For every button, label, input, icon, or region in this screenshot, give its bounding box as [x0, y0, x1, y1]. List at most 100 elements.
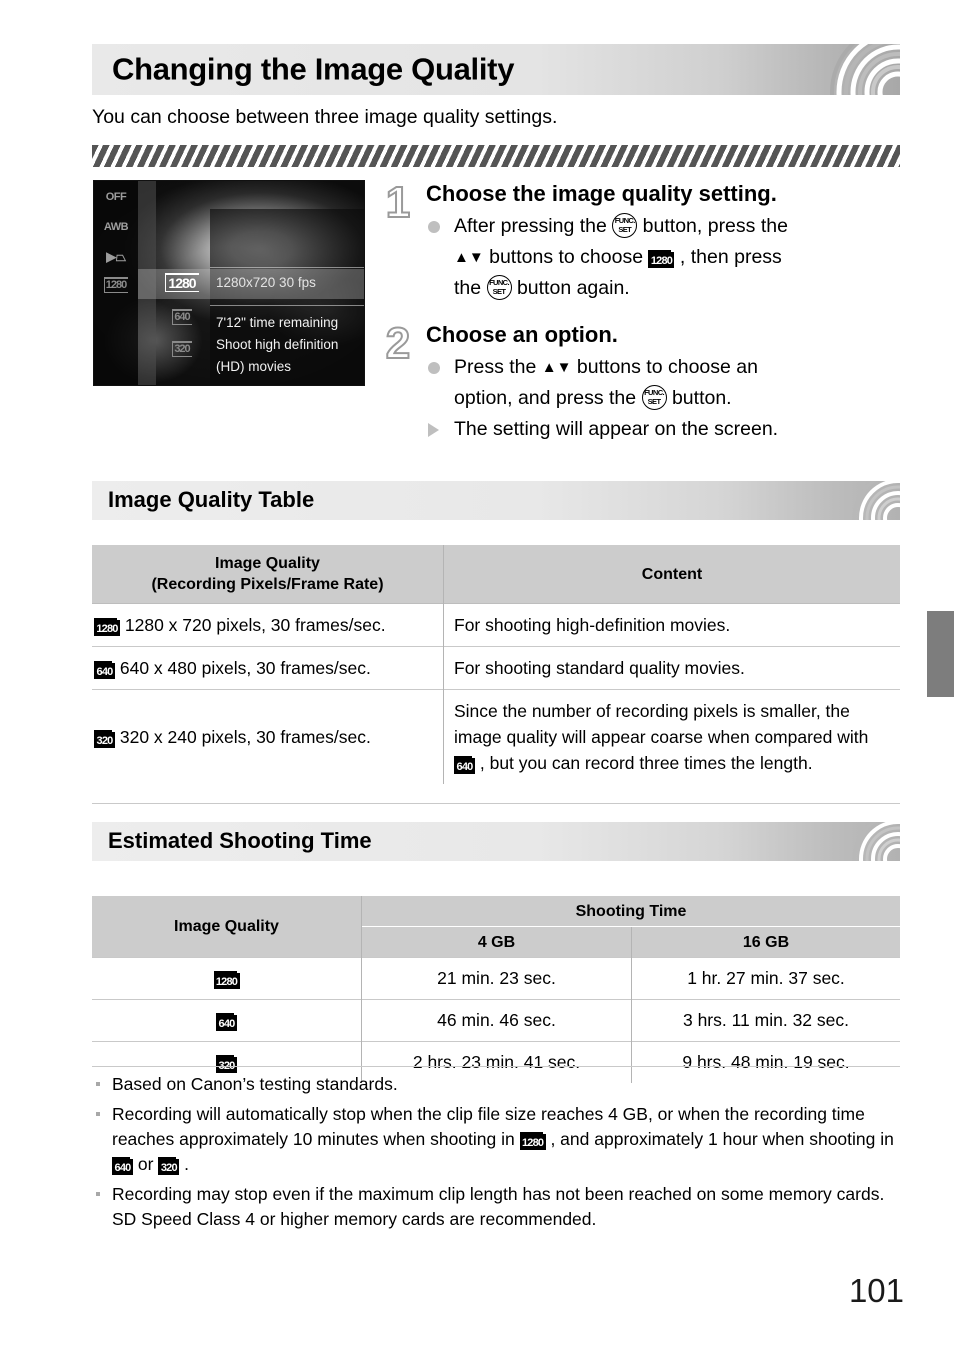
step-2-line-3: The setting will appear on the screen.: [426, 415, 902, 444]
step-2-number: 2: [385, 319, 411, 368]
camera-screen-illustration: 1280x720 30 fps 7'12" time remaining Sho…: [93, 180, 365, 386]
note-bullet-icon: [96, 1082, 100, 1086]
header-16gb: 16 GB: [631, 926, 900, 958]
camera-option-640[interactable]: 640: [162, 307, 202, 325]
quality-cell-1280: 1280 1280 x 720 pixels, 30 frames/sec.: [92, 604, 444, 647]
time-quality-640: 640: [92, 1000, 362, 1042]
quality-cell-640: 640 640 x 480 pixels, 30 frames/sec.: [92, 647, 444, 690]
header-content: Content: [443, 545, 900, 604]
camera-option-320[interactable]: 320: [162, 339, 202, 357]
movie-mode-icon: ▶⏢: [106, 249, 126, 264]
camera-panel-divider-top: [210, 267, 364, 268]
content-320-post: , but you can record three times the len…: [475, 753, 813, 773]
step-1-line-2: ▲▼ buttons to choose 1280 , then press: [426, 243, 902, 272]
content-cell-1280: For shooting high-definition movies.: [443, 603, 900, 647]
resolution-640-icon: 640: [454, 756, 475, 774]
table-header-row-1: Image Quality Shooting Time: [92, 896, 900, 958]
quality-cell-320: 320 320 x 240 pixels, 30 frames/sec.: [92, 690, 444, 785]
header-line-1: Image Quality: [215, 555, 320, 572]
intro-paragraph: You can choose between three image quali…: [92, 106, 558, 128]
chapter-side-tab: [927, 611, 954, 697]
camera-option-1280[interactable]: 1280: [162, 273, 202, 293]
note-3-text: Recording may stop even if the maximum c…: [112, 1184, 885, 1229]
resolution-1280-icon: 1280: [519, 1132, 546, 1150]
step-1-text-f: button again.: [511, 277, 630, 299]
swirl-decoration-icon: [782, 44, 900, 95]
step-2: 2 Choose an option. Press the ▲▼ buttons…: [380, 321, 902, 444]
step-1-line-3: the FUNC. SET button again.: [426, 274, 902, 303]
estimated-shooting-time-table: Image Quality Shooting Time 4 GB 16 GB 1…: [92, 896, 900, 1083]
resolution-640-icon: 640: [216, 1013, 237, 1031]
step-1-text-e: the: [454, 277, 487, 299]
white-balance-icon: AWB: [103, 221, 129, 233]
note-1: Based on Canon’s testing standards.: [92, 1072, 904, 1097]
step-2-text-a: Press the: [454, 356, 542, 378]
note-1-text: Based on Canon’s testing standards.: [112, 1074, 398, 1094]
step-2-text-b: buttons to choose an: [571, 356, 758, 378]
header-image-quality: Image Quality: [92, 896, 362, 958]
step-2-text-d: button.: [666, 387, 732, 409]
time-4gb-1280: 21 min. 23 sec.: [361, 957, 632, 1000]
hatched-divider: [92, 145, 900, 167]
resolution-320-icon: 320: [216, 1055, 237, 1073]
step-1-number: 1: [385, 178, 411, 227]
time-4gb-640: 46 min. 46 sec.: [361, 999, 632, 1042]
section-header-image-quality-table: Image Quality Table: [92, 481, 900, 520]
header-line-2: (Recording Pixels/Frame Rate): [151, 576, 384, 593]
func-set-button-icon: FUNC. SET: [641, 385, 667, 410]
camera-time-remaining-label: 7'12" time remaining: [216, 315, 339, 330]
step-1-text-b: button, press the: [637, 215, 788, 237]
quality-table-bottom-rule: [92, 803, 900, 804]
step-2-text-e: The setting will appear on the screen.: [454, 418, 779, 440]
quality-spec-1280: 1280 x 720 pixels, 30 frames/sec.: [124, 614, 386, 635]
camera-panel-divider-bottom: [210, 305, 364, 306]
bullet-dot-icon: [428, 221, 440, 233]
table-row: 640 46 min. 46 sec. 3 hrs. 11 min. 32 se…: [92, 999, 900, 1042]
note-2-text-d: .: [179, 1154, 190, 1174]
manual-page: Changing the Image Quality You can choos…: [0, 0, 954, 1345]
note-2-text-b: , and approximately 1 hour when shooting…: [545, 1129, 894, 1149]
header-shooting-time: Shooting Time: [361, 896, 900, 927]
step-2-line-1: Press the ▲▼ buttons to choose an: [426, 353, 902, 382]
page-number: 101: [848, 1272, 904, 1309]
func-set-button-icon: FUNC. SET: [612, 213, 638, 238]
resolution-1280-icon: 1280: [94, 617, 120, 636]
content-cell-320: Since the number of recording pixels is …: [443, 689, 900, 784]
camera-option-column: 1280 640 320: [156, 181, 208, 385]
instruction-steps: 1 Choose the image quality setting. Afte…: [380, 180, 902, 446]
quality-spec-640: 640 x 480 pixels, 30 frames/sec.: [119, 657, 371, 678]
section-title-image-quality: Image Quality Table: [108, 486, 315, 512]
time-16gb-640: 3 hrs. 11 min. 32 sec.: [631, 999, 900, 1042]
section-header-estimated-shooting-time: Estimated Shooting Time: [92, 822, 900, 861]
resolution-640-icon: 640: [112, 1157, 133, 1175]
step-1-text-c: buttons to choose: [483, 246, 649, 268]
step-2-line-2: option, and press the FUNC. SET button.: [426, 384, 902, 413]
camera-desc-line-2: (HD) movies: [216, 359, 292, 374]
swirl-decoration-icon: [808, 481, 900, 520]
bullet-dot-icon: [428, 362, 440, 374]
step-1-line-1: After pressing the FUNC. SET button, pres…: [426, 212, 902, 241]
section-title-shooting-time: Estimated Shooting Time: [108, 827, 372, 853]
resolution-1280-icon: 1280: [648, 250, 675, 268]
flash-off-icon: OFF: [105, 191, 127, 203]
time-table-bottom-rule: [92, 1066, 900, 1067]
note-3: Recording may stop even if the maximum c…: [92, 1182, 904, 1232]
note-bullet-icon: [96, 1112, 100, 1116]
up-down-buttons-icon: ▲▼: [454, 249, 484, 266]
table-row: 320 320 x 240 pixels, 30 frames/sec. Sin…: [92, 689, 900, 785]
step-2-heading: Choose an option.: [426, 322, 618, 347]
table-row: 1280 21 min. 23 sec. 1 hr. 27 min. 37 se…: [92, 957, 900, 1000]
camera-func-menu-strip: OFF AWB ▶⏢ 1280: [94, 181, 138, 385]
step-1-text-a: After pressing the: [454, 215, 613, 237]
resolution-640-icon: 640: [94, 660, 115, 679]
content-cell-640: For shooting standard quality movies.: [443, 646, 900, 690]
result-triangle-icon: [428, 423, 439, 437]
resolution-1280-icon: 1280: [213, 971, 240, 989]
time-quality-1280: 1280: [92, 958, 362, 1000]
step-2-text-c: option, and press the: [454, 387, 642, 409]
chapter-title-bar: Changing the Image Quality: [92, 44, 900, 95]
page-title: Changing the Image Quality: [112, 50, 515, 86]
image-quality-table: Image Quality (Recording Pixels/Frame Ra…: [92, 545, 900, 784]
content-320-pre: Since the number of recording pixels is …: [454, 701, 869, 747]
swirl-decoration-icon: [808, 822, 900, 861]
